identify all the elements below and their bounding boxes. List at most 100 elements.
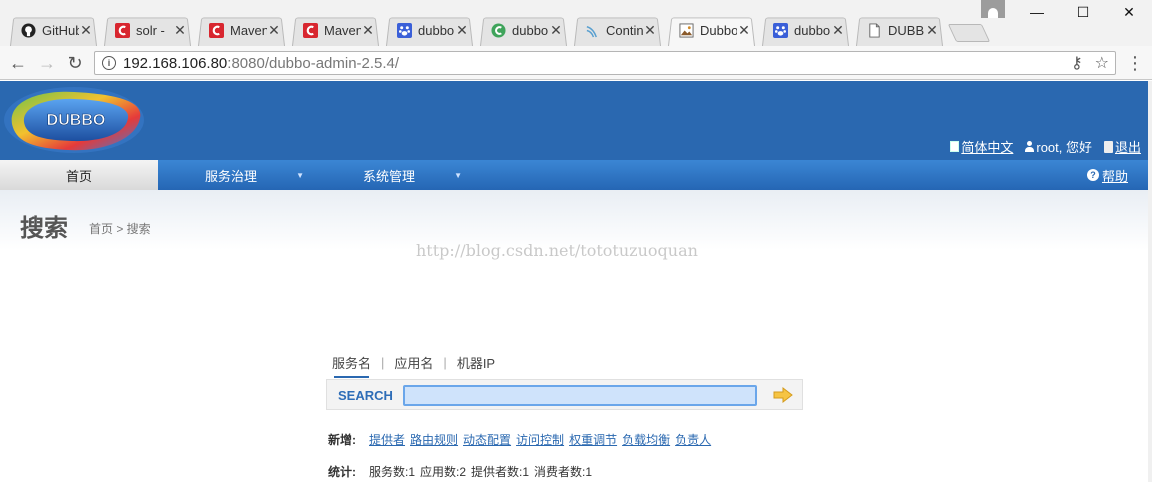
- browser-tab-maven-1[interactable]: Maven ✕: [194, 15, 289, 46]
- close-icon[interactable]: ✕: [549, 22, 563, 39]
- tab-label: Maven: [230, 23, 267, 38]
- tab-service-name[interactable]: 服务名: [332, 353, 371, 378]
- browser-tab-dubbo-doc[interactable]: DUBB ✕: [852, 15, 947, 46]
- add-provider-link[interactable]: 提供者: [369, 431, 405, 448]
- tab-label: dubbo: [512, 23, 549, 38]
- language-link[interactable]: 简体中文: [950, 137, 1013, 156]
- greeting-text: root, 您好: [1036, 140, 1092, 155]
- minimize-icon[interactable]: —: [1014, 0, 1060, 24]
- close-icon[interactable]: ✕: [173, 22, 187, 39]
- close-icon[interactable]: ✕: [361, 22, 375, 39]
- close-window-icon[interactable]: ✕: [1106, 0, 1152, 24]
- logout-label: 退出: [1114, 140, 1141, 155]
- menu-icon[interactable]: ⋮: [1126, 54, 1144, 72]
- baidu-icon: [772, 23, 788, 39]
- window-controls: — ☐ ✕: [1014, 0, 1152, 24]
- profile-icon[interactable]: [981, 0, 1005, 18]
- address-bar[interactable]: i 192.168.106.80 :8080/dubbo-admin-2.5.4…: [94, 51, 1116, 75]
- stat-providers: 提供者数:1: [471, 465, 530, 479]
- page-title: 搜索: [20, 215, 68, 242]
- tab-label: dubbo: [418, 23, 455, 38]
- help-link[interactable]: ? 帮助: [1086, 160, 1128, 190]
- github-icon: [20, 23, 36, 39]
- tab-label: Maven: [324, 23, 361, 38]
- stats-row: 统计: 服务数:1 应用数:2 提供者数:1 消费者数:1: [328, 463, 592, 480]
- url-path: :8080/dubbo-admin-2.5.4/: [227, 54, 400, 72]
- nav-label: 服务治理: [204, 168, 257, 184]
- csdn-icon: [302, 23, 318, 39]
- chevron-down-icon: ▼: [296, 170, 304, 180]
- tab-label: dubbo: [794, 23, 831, 38]
- chevron-down-icon: ▼: [454, 170, 462, 180]
- add-new-label: 新增:: [328, 433, 356, 447]
- image-icon: [678, 23, 694, 39]
- browser-tab-maven-2[interactable]: Maven ✕: [288, 15, 383, 46]
- tab-label: Contin: [606, 23, 643, 38]
- site-header: DUBBO 简体中文 root, 您好 退出: [0, 81, 1148, 160]
- browser-tab-github[interactable]: GitHub ✕: [6, 15, 101, 46]
- browser-tab-dubbo-active[interactable]: Dubbo ✕: [664, 15, 759, 46]
- dubbo-logo[interactable]: DUBBO: [2, 84, 148, 156]
- stats-label: 统计:: [328, 465, 356, 479]
- scrollbar[interactable]: [1148, 81, 1152, 482]
- logout-link[interactable]: 退出: [1103, 137, 1141, 156]
- browser-titlebar: GitHub ✕ solr - ✕ Maven ✕ Maven ✕ dubbo …: [0, 0, 1152, 46]
- nav-service-governance[interactable]: 服务治理 ▼: [158, 160, 304, 190]
- nav-home[interactable]: 首页: [0, 160, 158, 190]
- nav-label: 系统管理: [362, 168, 415, 184]
- close-icon[interactable]: ✕: [737, 22, 751, 39]
- watermark-text: http://blog.csdn.net/tototuzuoquan: [416, 241, 698, 260]
- add-loadbalance-link[interactable]: 负载均衡: [622, 431, 670, 448]
- green-c-icon: [490, 23, 506, 39]
- close-icon[interactable]: ✕: [831, 22, 845, 39]
- help-icon: ?: [1086, 169, 1099, 181]
- browser-tab-solr[interactable]: solr - ✕: [100, 15, 195, 46]
- csdn-icon: [208, 23, 224, 39]
- user-icon: [1025, 141, 1035, 152]
- close-icon[interactable]: ✕: [267, 22, 281, 39]
- user-greeting: root, 您好: [1025, 137, 1092, 156]
- browser-tab-dubbo-1[interactable]: dubbo ✕: [382, 15, 477, 46]
- baidu-icon: [396, 23, 412, 39]
- add-override-link[interactable]: 动态配置: [463, 431, 511, 448]
- key-icon[interactable]: ⚷: [1071, 53, 1083, 73]
- forward-icon[interactable]: →: [36, 52, 58, 74]
- search-type-tabs: 服务名 | 应用名 | 机器IP: [332, 353, 495, 378]
- tab-application-name[interactable]: 应用名: [394, 353, 433, 372]
- stat-services: 服务数:1: [369, 465, 416, 479]
- main-nav: 首页 服务治理 ▼ 系统管理 ▼ ? 帮助: [0, 160, 1148, 190]
- add-route-link[interactable]: 路由规则: [410, 431, 458, 448]
- close-icon[interactable]: ✕: [79, 22, 93, 39]
- info-icon[interactable]: i: [102, 56, 116, 70]
- add-owner-link[interactable]: 负责人: [675, 431, 711, 448]
- add-weight-link[interactable]: 权重调节: [569, 431, 617, 448]
- tab-strip: GitHub ✕ solr - ✕ Maven ✕ Maven ✕ dubbo …: [6, 15, 986, 46]
- browser-tab-dubbo-3[interactable]: dubbo ✕: [758, 15, 853, 46]
- browser-tab-contin[interactable]: Contin ✕: [570, 15, 665, 46]
- reload-icon[interactable]: ↻: [64, 52, 86, 74]
- maximize-icon[interactable]: ☐: [1060, 0, 1106, 24]
- star-icon[interactable]: ☆: [1095, 53, 1109, 73]
- wave-icon: [584, 23, 600, 39]
- tab-machine-ip[interactable]: 机器IP: [457, 353, 495, 372]
- add-access-link[interactable]: 访问控制: [516, 431, 564, 448]
- back-icon[interactable]: ←: [7, 52, 29, 74]
- search-box: SEARCH: [326, 379, 803, 410]
- url-host: 192.168.106.80: [123, 54, 228, 72]
- web-page: DUBBO 简体中文 root, 您好 退出 首页 服务治理 ▼ 系统管理 ▼ …: [0, 81, 1148, 482]
- close-icon[interactable]: ✕: [925, 22, 939, 39]
- search-input[interactable]: [403, 385, 757, 406]
- add-new-row: 新增: 提供者 路由规则 动态配置 访问控制 权重调节 负载均衡 负责人: [328, 431, 711, 448]
- new-tab-button[interactable]: [952, 24, 986, 42]
- arrow-right-icon[interactable]: [773, 386, 793, 404]
- browser-tab-dubbo-2[interactable]: dubbo ✕: [476, 15, 571, 46]
- close-icon[interactable]: ✕: [455, 22, 469, 39]
- stat-applications: 应用数:2: [420, 465, 467, 479]
- close-icon[interactable]: ✕: [643, 22, 657, 39]
- divider: |: [381, 355, 385, 370]
- document-icon: [866, 23, 882, 39]
- exit-icon: [1103, 140, 1113, 153]
- stat-consumers: 消费者数:1: [534, 465, 593, 479]
- breadcrumb[interactable]: 首页 > 搜索: [89, 220, 151, 237]
- nav-system-management[interactable]: 系统管理 ▼: [316, 160, 462, 190]
